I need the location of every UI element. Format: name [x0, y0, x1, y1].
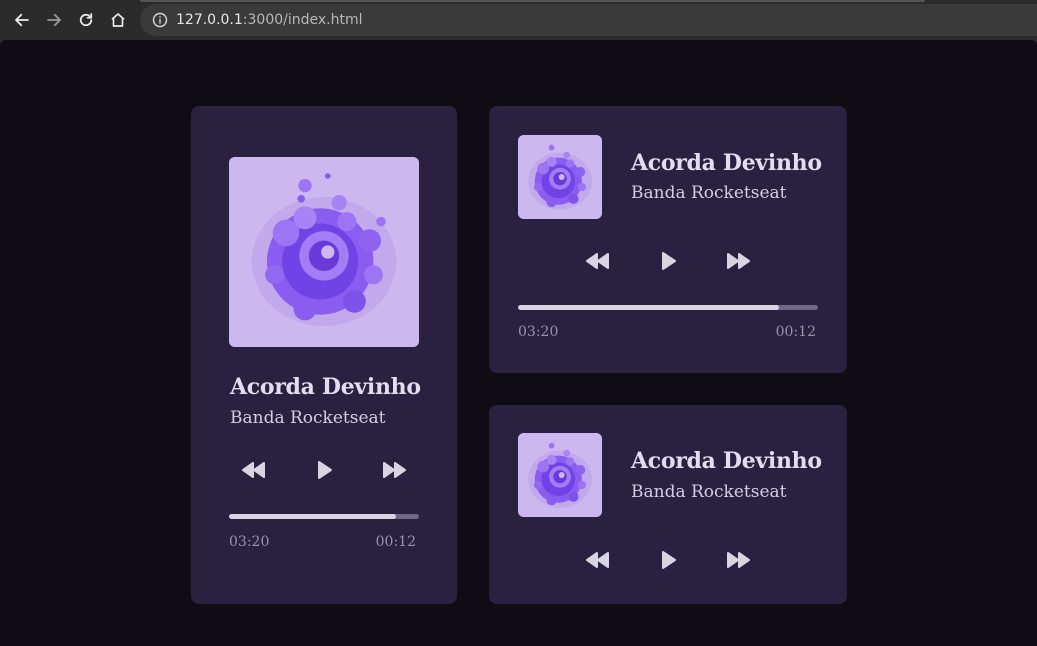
track-title: Acorda Devinho — [230, 374, 421, 400]
page: Acorda Devinho Banda Rocketseat 03:20 00… — [0, 40, 1037, 646]
fast-forward-icon — [383, 462, 406, 478]
play-button[interactable] — [654, 250, 682, 272]
progress-fill — [518, 305, 779, 310]
album-art-icon — [229, 157, 419, 347]
play-icon — [318, 461, 332, 479]
fast-forward-button[interactable] — [724, 549, 752, 571]
progress-fill — [229, 514, 397, 519]
player-card-large: Acorda Devinho Banda Rocketseat 03:20 00… — [191, 106, 457, 604]
rewind-button[interactable] — [584, 549, 612, 571]
time-elapsed: 03:20 — [518, 324, 559, 340]
browser-toolbar: 127.0.0.1:3000/index.html — [0, 0, 1037, 40]
home-icon[interactable] — [106, 8, 130, 32]
fast-forward-icon — [727, 552, 750, 568]
album-cover — [229, 157, 419, 347]
track-title: Acorda Devinho — [631, 150, 822, 176]
play-icon — [662, 252, 676, 270]
rewind-icon — [586, 253, 609, 269]
progress-bar[interactable] — [229, 514, 419, 519]
track-title: Acorda Devinho — [631, 448, 822, 474]
album-art-icon — [518, 433, 602, 517]
album-art-icon — [518, 135, 602, 219]
rewind-button[interactable] — [584, 250, 612, 272]
tab-strip-edge — [140, 0, 925, 2]
back-icon[interactable] — [10, 8, 34, 32]
player-card-mini: Acorda Devinho Banda Rocketseat — [489, 405, 847, 604]
url-path: :3000/index.html — [242, 12, 363, 28]
rewind-button[interactable] — [240, 459, 268, 481]
info-icon[interactable] — [152, 12, 168, 28]
play-button[interactable] — [654, 549, 682, 571]
time-elapsed: 03:20 — [229, 534, 270, 550]
forward-icon[interactable] — [42, 8, 66, 32]
time-remaining: 00:12 — [375, 534, 416, 550]
fast-forward-button[interactable] — [380, 459, 408, 481]
rewind-icon — [586, 552, 609, 568]
album-cover — [518, 433, 602, 517]
time-remaining: 00:12 — [775, 324, 816, 340]
fast-forward-icon — [727, 253, 750, 269]
track-artist: Banda Rocketseat — [631, 183, 787, 203]
fast-forward-button[interactable] — [724, 250, 752, 272]
reload-icon[interactable] — [74, 8, 98, 32]
url-host: 127.0.0.1 — [176, 12, 243, 28]
track-artist: Banda Rocketseat — [631, 482, 787, 502]
play-icon — [662, 551, 676, 569]
player-card-compact: Acorda Devinho Banda Rocketseat 03:20 00… — [489, 106, 847, 373]
play-button[interactable] — [310, 459, 338, 481]
address-bar[interactable]: 127.0.0.1:3000/index.html — [140, 4, 1037, 36]
progress-bar[interactable] — [518, 305, 818, 310]
rewind-icon — [242, 462, 265, 478]
track-artist: Banda Rocketseat — [230, 408, 386, 428]
album-cover — [518, 135, 602, 219]
